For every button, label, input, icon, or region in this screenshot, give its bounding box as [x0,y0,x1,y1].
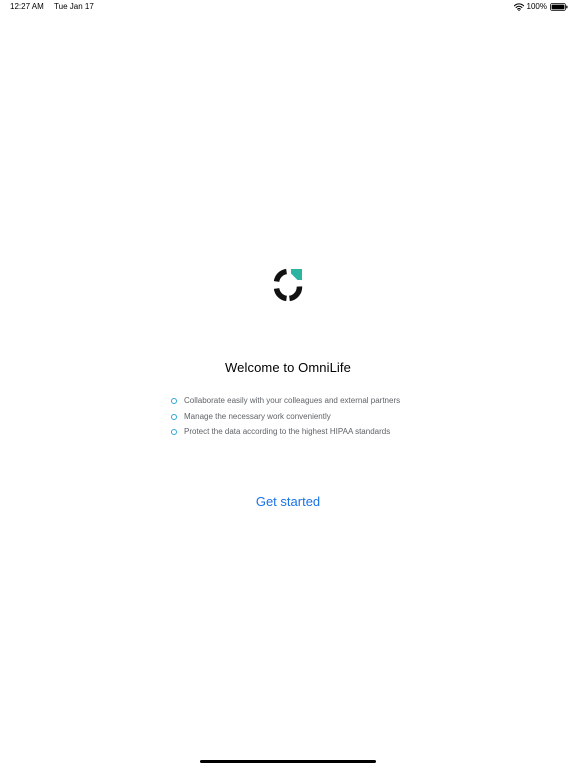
battery-icon [550,3,568,11]
get-started-button[interactable]: Get started [0,494,576,509]
bullet-circle-icon [171,398,177,404]
home-indicator[interactable] [200,760,376,763]
feature-text: Manage the necessary work conveniently [184,411,331,421]
status-left: 12:27 AM Tue Jan 17 [10,0,94,14]
feature-list: Collaborate easily with your colleagues … [170,393,400,440]
feature-item: Collaborate easily with your colleagues … [170,393,400,409]
feature-item: Protect the data according to the highes… [170,424,400,440]
welcome-title: Welcome to OmniLife [225,360,351,375]
bullet-circle-icon [171,429,177,435]
wifi-icon [513,3,524,11]
omnilife-logo-icon [273,268,303,301]
bullet-circle-icon [171,413,177,420]
feature-text: Collaborate easily with your colleagues … [184,396,401,405]
battery-percent: 100% [526,2,547,11]
feature-item: Manage the necessary work conveniently [170,409,400,425]
status-date: Tue Jan 17 [54,2,94,11]
status-bar: 12:27 AM Tue Jan 17 100% [0,0,576,14]
status-time: 12:27 AM [10,2,44,11]
feature-text: Protect the data according to the highes… [184,427,391,436]
status-right: 100% [513,0,568,14]
